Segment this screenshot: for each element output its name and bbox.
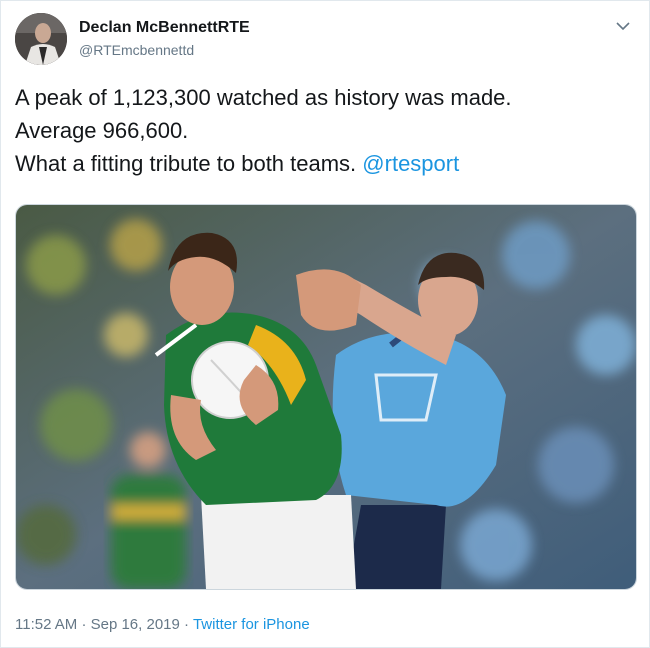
tweet-metadata: 11:52 AM · Sep 16, 2019 · Twitter for iP… (15, 616, 310, 633)
separator: · (184, 616, 190, 633)
tweet-text: A peak of 1,123,300 watched as history w… (15, 81, 635, 180)
tweet-source-link[interactable]: Twitter for iPhone (193, 616, 310, 633)
tweet-text-line: A peak of 1,123,300 watched as history w… (15, 85, 512, 110)
tweet-date[interactable]: Sep 16, 2019 (91, 616, 180, 633)
author-name[interactable]: Declan McBennettRTE (79, 19, 250, 37)
mention-link[interactable]: @rtesport (362, 151, 459, 176)
avatar-image (15, 13, 67, 65)
tweet-text-fragment: What a fitting tribute to both teams. (15, 151, 357, 176)
tweet-text-line: What a fitting tribute to both teams. @r… (15, 147, 635, 180)
chevron-down-icon[interactable] (615, 19, 631, 33)
avatar[interactable] (15, 13, 67, 65)
football-photo (16, 205, 636, 589)
tweet-time[interactable]: 11:52 AM (15, 616, 77, 633)
separator: · (81, 616, 87, 633)
tweet-card: Declan McBennettRTE @RTEmcbennettd A pea… (0, 0, 650, 648)
tweet-photo[interactable] (15, 204, 637, 590)
author-handle[interactable]: @RTEmcbennettd (79, 42, 194, 58)
tweet-text-line: Average 966,600. (15, 118, 189, 143)
